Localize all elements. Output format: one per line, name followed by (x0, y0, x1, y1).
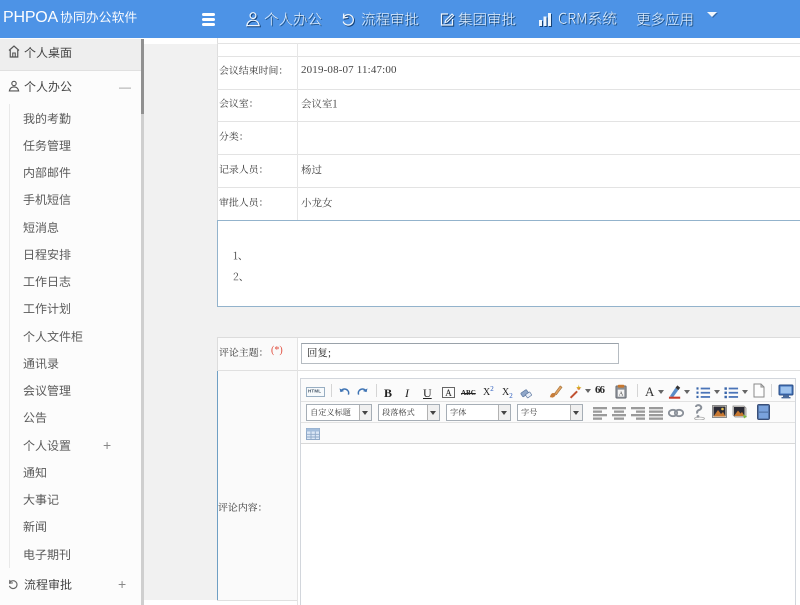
svg-text:A: A (619, 391, 624, 397)
